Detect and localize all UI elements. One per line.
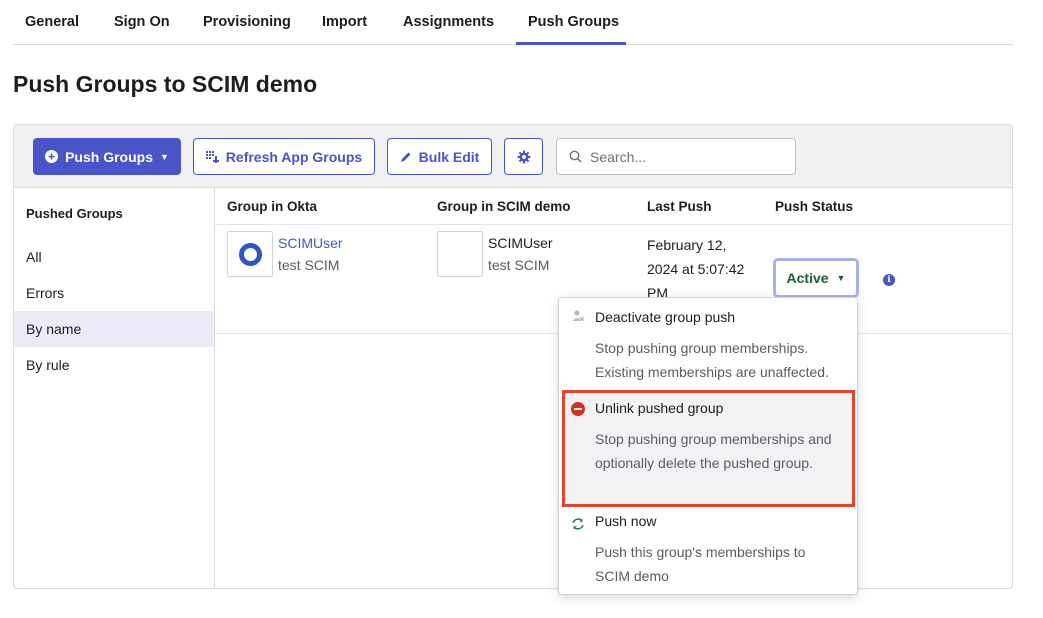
deactivate-user-icon [572,310,585,322]
bulk-edit-button[interactable]: Bulk Edit [387,138,492,175]
settings-button[interactable] [504,138,543,175]
header-divider [215,224,1012,225]
caret-down-icon: ▼ [836,273,846,283]
tab-bar: General Sign On Provisioning Import Assi… [13,0,1013,45]
menu-item-unlink-pushed-group[interactable]: Unlink pushed group Stop pushing group m… [559,390,857,507]
column-header-group-in-app: Group in SCIM demo [437,199,571,214]
app-group-cell: SCIMUser test SCIM [488,235,553,273]
column-header-push-status: Push Status [775,199,854,214]
active-tab-indicator [516,42,626,45]
tab-assignments[interactable]: Assignments [403,14,494,30]
pushed-groups-nav: Pushed Groups All Errors By name By rule [14,188,215,588]
push-status-label: Active [786,270,829,286]
tab-general[interactable]: General [25,14,79,30]
menu-item-push-now[interactable]: Push now Push this group's memberships t… [559,507,857,596]
okta-group-link[interactable]: SCIMUser [278,235,343,251]
menu-item-description: Stop pushing group memberships. Existing… [595,340,829,380]
pencil-icon [400,152,411,162]
last-push-timestamp: February 12, 2024 at 5:07:42 PM [647,237,745,301]
app-group-avatar [437,231,483,277]
sidebar-item-all[interactable]: All [14,239,214,275]
sidenav-title: Pushed Groups [26,206,123,221]
search-icon [569,150,582,163]
search-input[interactable] [590,148,780,165]
refresh-icon [572,518,584,530]
sidebar-item-by-rule[interactable]: By rule [14,347,214,383]
okta-group-cell: SCIMUser test SCIM [278,235,343,273]
toolbar: Push Groups ▼ Refresh App Groups Bulk Ed… [14,125,1012,188]
menu-item-description: Push this group's memberships to SCIM de… [595,544,806,584]
search-box [556,138,796,175]
menu-item-title: Push now [595,513,657,529]
push-status-menu: Deactivate group push Stop pushing group… [558,297,858,595]
menu-item-title: Deactivate group push [595,309,736,325]
minus-circle-icon [571,402,585,416]
okta-group-description: test SCIM [278,257,340,273]
push-groups-button[interactable]: Push Groups ▼ [33,138,181,175]
push-groups-panel: Push Groups ▼ Refresh App Groups Bulk Ed… [13,124,1013,589]
refresh-app-groups-button[interactable]: Refresh App Groups [193,138,375,175]
column-header-group-in-okta: Group in Okta [227,199,318,214]
okta-logo-icon [239,243,262,266]
grid-refresh-icon [205,150,219,163]
menu-item-description: Stop pushing group memberships and optio… [595,431,832,471]
app-group-description: test SCIM [488,257,550,273]
page-title: Push Groups to SCIM demo [13,71,318,97]
plus-circle-icon [45,150,59,163]
tab-push-groups[interactable]: Push Groups [528,14,619,30]
bulk-edit-label: Bulk Edit [418,148,480,165]
okta-group-avatar [227,231,273,277]
sidebar-item-by-name[interactable]: By name [14,311,214,347]
menu-item-title: Unlink pushed group [595,400,724,416]
sidebar-item-errors[interactable]: Errors [14,275,214,311]
gear-icon [517,150,530,163]
app-group-name: SCIMUser [488,235,553,251]
caret-down-icon: ▼ [159,151,169,162]
menu-item-deactivate-group-push[interactable]: Deactivate group push Stop pushing group… [559,298,857,390]
refresh-label: Refresh App Groups [225,148,363,165]
push-status-dropdown[interactable]: Active ▼ [773,258,859,298]
push-groups-label: Push Groups [65,148,153,165]
column-header-last-push: Last Push [647,199,712,214]
info-icon[interactable]: i [883,274,895,286]
tab-sign-on[interactable]: Sign On [114,14,170,30]
tab-import[interactable]: Import [322,14,367,30]
tab-provisioning[interactable]: Provisioning [203,14,291,30]
